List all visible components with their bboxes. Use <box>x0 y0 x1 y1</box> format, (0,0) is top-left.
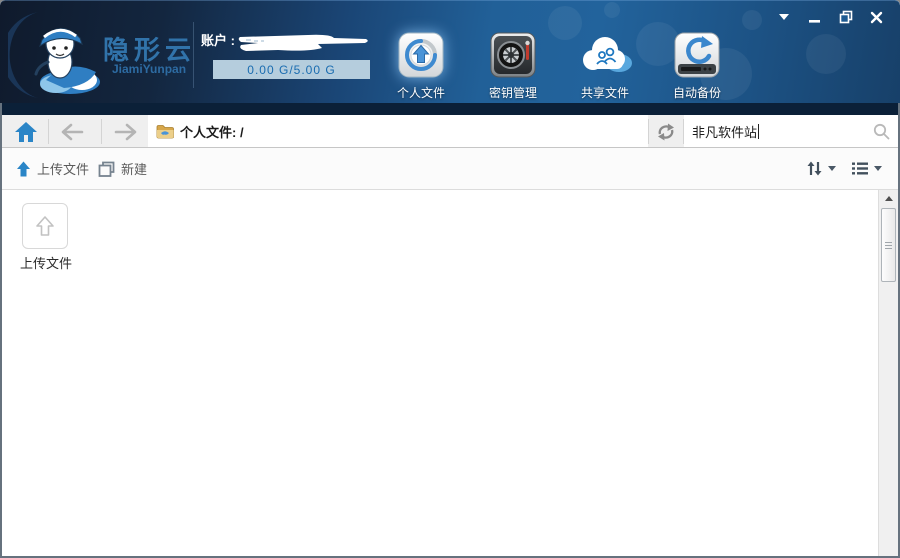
search-input[interactable]: 非凡软件站 <box>684 115 898 147</box>
chevron-down-icon <box>828 166 836 171</box>
bokeh-decoration <box>604 2 620 18</box>
home-icon[interactable] <box>8 118 44 145</box>
brand-latin: JiamiYunpan <box>112 62 187 76</box>
app-window: 隐形云 JiamiYunpan 账户 : 0.00 G/5.00 G 个人文件 … <box>0 0 900 558</box>
scrollbar-thumb[interactable] <box>881 208 896 282</box>
minimize-icon[interactable] <box>807 10 822 24</box>
window-border <box>0 103 2 558</box>
upload-tile-label: 上传文件 <box>19 256 72 271</box>
auto-backup-icon <box>674 30 720 80</box>
search-value: 非凡软件站 <box>692 124 758 140</box>
upload-arrow-icon <box>17 161 30 176</box>
key-management-icon <box>490 30 536 80</box>
view-mode-dropdown[interactable] <box>851 148 882 189</box>
navigation-bar: 个人文件: / 非凡软件站 <box>2 115 898 148</box>
scrollbar-grip <box>885 241 892 243</box>
shared-files-icon <box>577 30 633 80</box>
close-icon[interactable] <box>869 10 884 24</box>
storage-quota-bar: 0.00 G/5.00 G <box>213 60 370 79</box>
window-controls <box>776 10 884 24</box>
account-name-redacted <box>238 34 368 51</box>
menu-icon[interactable] <box>776 10 791 24</box>
scrollbar-grip <box>885 247 892 249</box>
refresh-icon[interactable] <box>649 118 683 145</box>
nav-label: 个人文件 <box>396 86 445 100</box>
header-separator <box>193 22 194 88</box>
search-icon <box>873 123 890 139</box>
list-view-icon <box>852 162 868 175</box>
app-header: 隐形云 JiamiYunpan 账户 : 0.00 G/5.00 G 个人文件 … <box>0 0 900 103</box>
header-bottom-strip <box>0 103 900 115</box>
forward-icon[interactable] <box>106 118 146 145</box>
vertical-scrollbar[interactable] <box>878 190 898 556</box>
personal-files-icon <box>398 30 444 80</box>
bokeh-decoration <box>742 10 762 30</box>
upload-file-tile[interactable] <box>22 203 68 249</box>
upload-file-button[interactable]: 上传文件 <box>16 148 89 189</box>
restore-icon[interactable] <box>838 10 853 24</box>
navbar-separator <box>101 119 102 144</box>
scroll-up-arrow-icon <box>884 195 893 201</box>
main-nav: 个人文件 密钥管理 共享文件 自动备份 <box>391 30 727 101</box>
sort-icon <box>807 161 822 176</box>
file-list-area: 上传文件 <box>2 190 878 556</box>
nav-label: 自动备份 <box>672 86 721 100</box>
nav-item-shared-files[interactable]: 共享文件 <box>575 30 635 101</box>
text-caret <box>758 123 760 139</box>
account-label: 账户 : <box>201 33 235 48</box>
upload-button-label: 上传文件 <box>37 162 90 177</box>
breadcrumb-path: 个人文件: / <box>180 124 244 140</box>
breadcrumb[interactable]: 个人文件: / <box>148 115 648 147</box>
back-icon[interactable] <box>52 118 92 145</box>
chevron-down-icon <box>874 166 882 171</box>
nav-label: 密钥管理 <box>488 86 537 100</box>
new-file-icon <box>98 161 115 177</box>
file-toolbar: 上传文件 新建 <box>2 148 898 190</box>
navbar-separator <box>48 119 49 144</box>
scrollbar-up-button[interactable] <box>879 190 898 206</box>
storage-quota-text: 0.00 G/5.00 G <box>247 62 336 77</box>
nav-label: 共享文件 <box>580 86 629 100</box>
sort-dropdown[interactable] <box>806 148 836 189</box>
scrollbar-grip <box>885 244 892 246</box>
nav-item-key-management[interactable]: 密钥管理 <box>483 30 543 101</box>
bokeh-decoration <box>806 34 846 74</box>
upload-outline-arrow-icon <box>36 216 54 236</box>
nav-item-auto-backup[interactable]: 自动备份 <box>667 30 727 101</box>
new-button-label: 新建 <box>121 162 148 177</box>
new-button[interactable]: 新建 <box>98 148 147 189</box>
folder-icon <box>156 124 174 138</box>
nav-item-personal-files[interactable]: 个人文件 <box>391 30 451 101</box>
